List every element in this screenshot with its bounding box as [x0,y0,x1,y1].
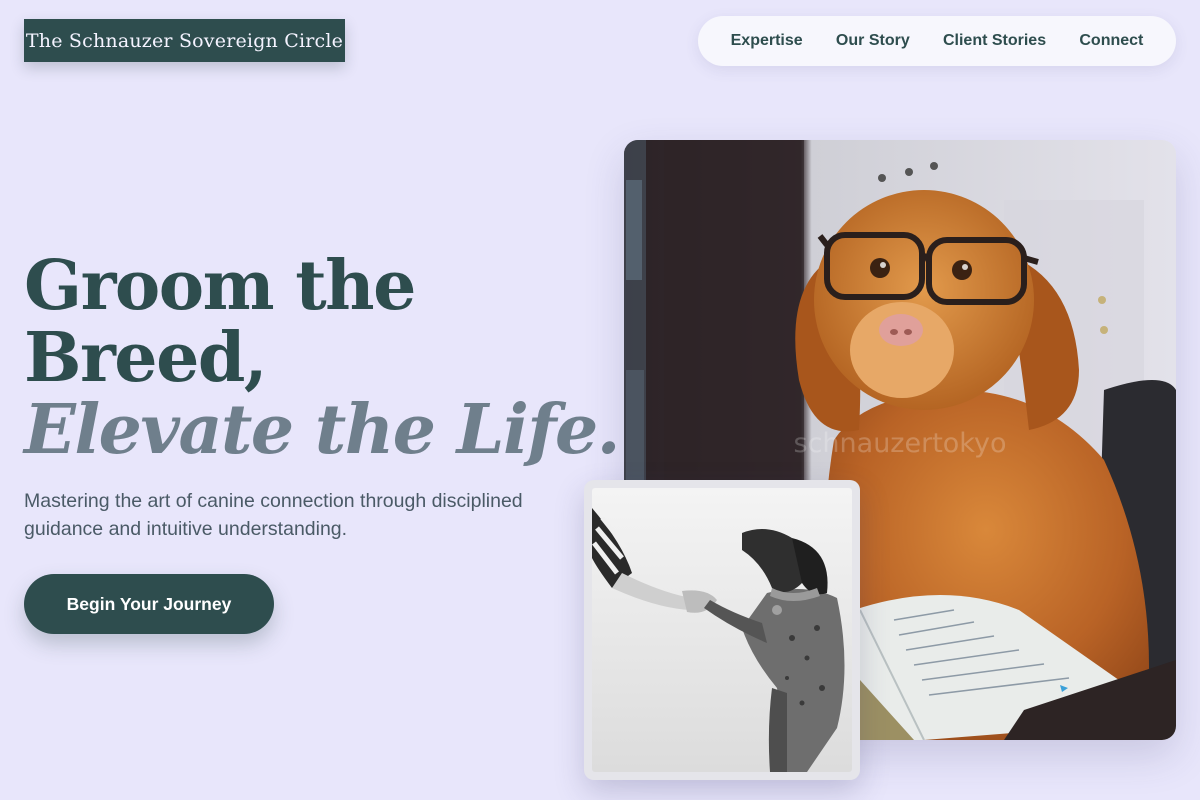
brand-name: The Schnauzer Sovereign Circle [25,29,344,52]
headline-accent: Elevate the Life. [24,390,620,470]
nav-item-connect[interactable]: Connect [1079,32,1143,50]
nav-item-client-stories[interactable]: Client Stories [943,32,1046,50]
image-watermark: schnauzertokyo [794,428,1007,459]
handshake-photo-frame [584,480,860,780]
hero-subtitle: Mastering the art of canine connection t… [24,490,523,540]
hand-and-paw-image [592,488,852,772]
brand-logo[interactable]: The Schnauzer Sovereign Circle [24,19,345,62]
begin-journey-button[interactable]: Begin Your Journey [24,574,274,634]
handshake-photo [592,488,852,772]
nav-item-our-story[interactable]: Our Story [836,32,910,50]
headline-line-2: Breed, [24,318,268,398]
headline-line-1: Groom the [24,246,416,326]
main-nav: Expertise Our Story Client Stories Conne… [698,16,1176,66]
hero-headline: Groom the Breed, Elevate the Life. [24,246,620,470]
nav-item-expertise[interactable]: Expertise [731,32,803,50]
